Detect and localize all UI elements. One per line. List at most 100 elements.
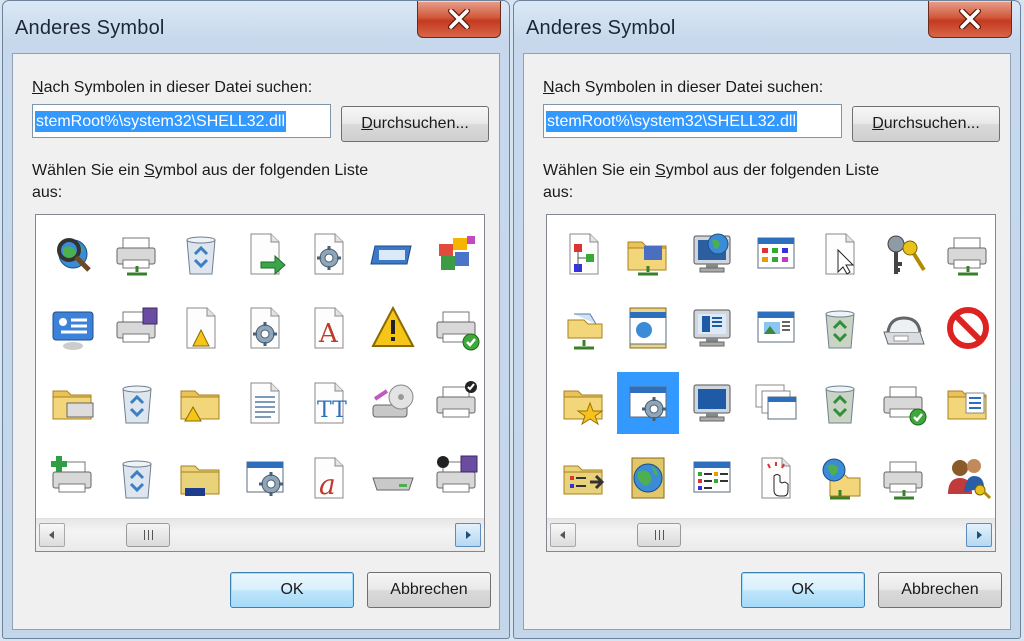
folder-list-icon[interactable]	[553, 447, 615, 509]
window-blue-icon[interactable]	[362, 223, 424, 285]
add-printer-icon[interactable]	[42, 447, 104, 509]
network-share-icon[interactable]	[553, 297, 615, 359]
gear-window-icon[interactable]	[234, 447, 296, 509]
title-bar[interactable]: Anderes Symbol	[3, 1, 509, 53]
title-bar[interactable]: Anderes Symbol	[514, 1, 1020, 53]
recycle-bin-icon[interactable]	[106, 447, 168, 509]
scroll-thumb[interactable]	[637, 523, 681, 547]
warning-folder-icon[interactable]	[170, 372, 232, 434]
scroll-right-button[interactable]	[455, 523, 481, 547]
cancel-button[interactable]: Abbrechen	[878, 572, 1002, 608]
font-italic-a-icon[interactable]: a	[298, 447, 360, 509]
horizontal-scrollbar[interactable]	[547, 518, 995, 551]
recycle-bin-full-icon[interactable]	[809, 372, 871, 434]
control-panel-icon[interactable]	[42, 297, 104, 359]
arrow-left-icon	[560, 531, 565, 539]
horizontal-scrollbar[interactable]	[36, 518, 484, 551]
recycle-bin-icon[interactable]	[170, 223, 232, 285]
browse-button[interactable]: Durchsuchen...	[341, 106, 489, 142]
windows-stack-icon[interactable]	[745, 372, 807, 434]
scroll-left-button[interactable]	[550, 523, 576, 547]
drive-icon	[372, 477, 414, 491]
gear-document-icon[interactable]	[298, 223, 360, 285]
recycle-bin-full-icon	[825, 385, 855, 424]
settings-document-icon[interactable]	[234, 297, 296, 359]
ok-button[interactable]: OK	[741, 572, 865, 608]
scroll-left-button[interactable]	[39, 523, 65, 547]
scroll-thumb[interactable]	[126, 523, 170, 547]
printer-default-icon[interactable]	[426, 372, 488, 434]
favorites-folder-icon	[563, 390, 604, 426]
network-globe-icon[interactable]	[681, 223, 743, 285]
printer-check-icon[interactable]	[426, 297, 488, 359]
settings-document-icon	[250, 307, 280, 349]
folder-open-icon[interactable]	[170, 447, 232, 509]
cursor-document-icon	[825, 233, 855, 275]
arrow-left-icon	[49, 531, 54, 539]
close-button[interactable]	[417, 1, 501, 38]
font-a-icon: A	[314, 307, 344, 349]
globe-network-icon[interactable]	[809, 447, 871, 509]
recycle-bin-icon[interactable]	[106, 372, 168, 434]
icon-list-label: Wählen Sie ein Symbol aus der folgenden …	[543, 162, 880, 179]
search-globe-icon[interactable]	[42, 223, 104, 285]
printer-check-icon[interactable]	[873, 372, 935, 434]
printer-network-icon[interactable]	[937, 223, 999, 285]
printer-check-icon	[883, 386, 927, 426]
programs-icon[interactable]	[426, 223, 488, 285]
file-path-input[interactable]: stemRoot%\system32\SHELL32.dll	[32, 104, 331, 138]
printer-network-icon[interactable]	[106, 223, 168, 285]
window-globe-icon[interactable]	[617, 297, 679, 359]
picture-window-icon[interactable]	[745, 297, 807, 359]
scroll-right-button[interactable]	[966, 523, 992, 547]
monitor-window-icon[interactable]	[681, 297, 743, 359]
monitor-window-icon	[693, 309, 731, 347]
warning-document-icon[interactable]	[170, 297, 232, 359]
printer-disk-icon[interactable]	[426, 447, 488, 509]
icon-list[interactable]	[546, 214, 996, 552]
warning-icon[interactable]	[362, 297, 424, 359]
text-document-icon	[250, 382, 280, 424]
icon-list[interactable]: A TT a	[35, 214, 485, 552]
text-document-icon[interactable]	[234, 372, 296, 434]
drive-icon[interactable]	[362, 447, 424, 509]
globe-book-icon[interactable]	[617, 447, 679, 509]
ok-button[interactable]: OK	[230, 572, 354, 608]
cancel-button[interactable]: Abbrechen	[367, 572, 491, 608]
no-entry-icon[interactable]	[937, 297, 999, 359]
file-arrow-icon	[250, 233, 286, 276]
gear-window-icon[interactable]	[617, 372, 679, 434]
users-key-icon[interactable]	[937, 447, 999, 509]
file-arrow-icon[interactable]	[234, 223, 296, 285]
fax-phone-icon[interactable]	[873, 297, 935, 359]
hand-cursor-icon[interactable]	[745, 447, 807, 509]
file-path-input[interactable]: stemRoot%\system32\SHELL32.dll	[543, 104, 842, 138]
dialog-title: Anderes Symbol	[15, 17, 165, 39]
printer-network-icon	[116, 237, 156, 276]
no-entry-icon	[947, 307, 989, 349]
dialog-title: Anderes Symbol	[526, 17, 676, 39]
monitor-blue-icon[interactable]	[681, 372, 743, 434]
icons-view-icon[interactable]	[745, 223, 807, 285]
font-a-icon[interactable]: A	[298, 297, 360, 359]
disk-drive-icon	[372, 384, 414, 418]
font-tt-icon[interactable]: TT	[298, 372, 360, 434]
printer-fax-icon[interactable]	[106, 297, 168, 359]
printer-network-icon[interactable]	[873, 447, 935, 509]
cursor-document-icon[interactable]	[809, 223, 871, 285]
favorites-folder-icon[interactable]	[553, 372, 615, 434]
gear-window-icon	[629, 386, 667, 421]
keys-icon[interactable]	[873, 223, 935, 285]
network-folder-icon[interactable]	[617, 223, 679, 285]
arrow-right-icon	[977, 531, 982, 539]
disk-drive-icon[interactable]	[362, 372, 424, 434]
hierarchy-icon[interactable]	[553, 223, 615, 285]
recycle-bin-full-icon[interactable]	[809, 297, 871, 359]
close-button[interactable]	[928, 1, 1012, 38]
checklist-folder-icon[interactable]	[937, 372, 999, 434]
browse-button[interactable]: Durchsuchen...	[852, 106, 1000, 142]
printer-folder-icon[interactable]	[42, 372, 104, 434]
file-path-value: stemRoot%\system32\SHELL32.dll	[546, 111, 797, 132]
list-view-icon[interactable]	[681, 447, 743, 509]
window-blue-icon	[370, 245, 412, 265]
